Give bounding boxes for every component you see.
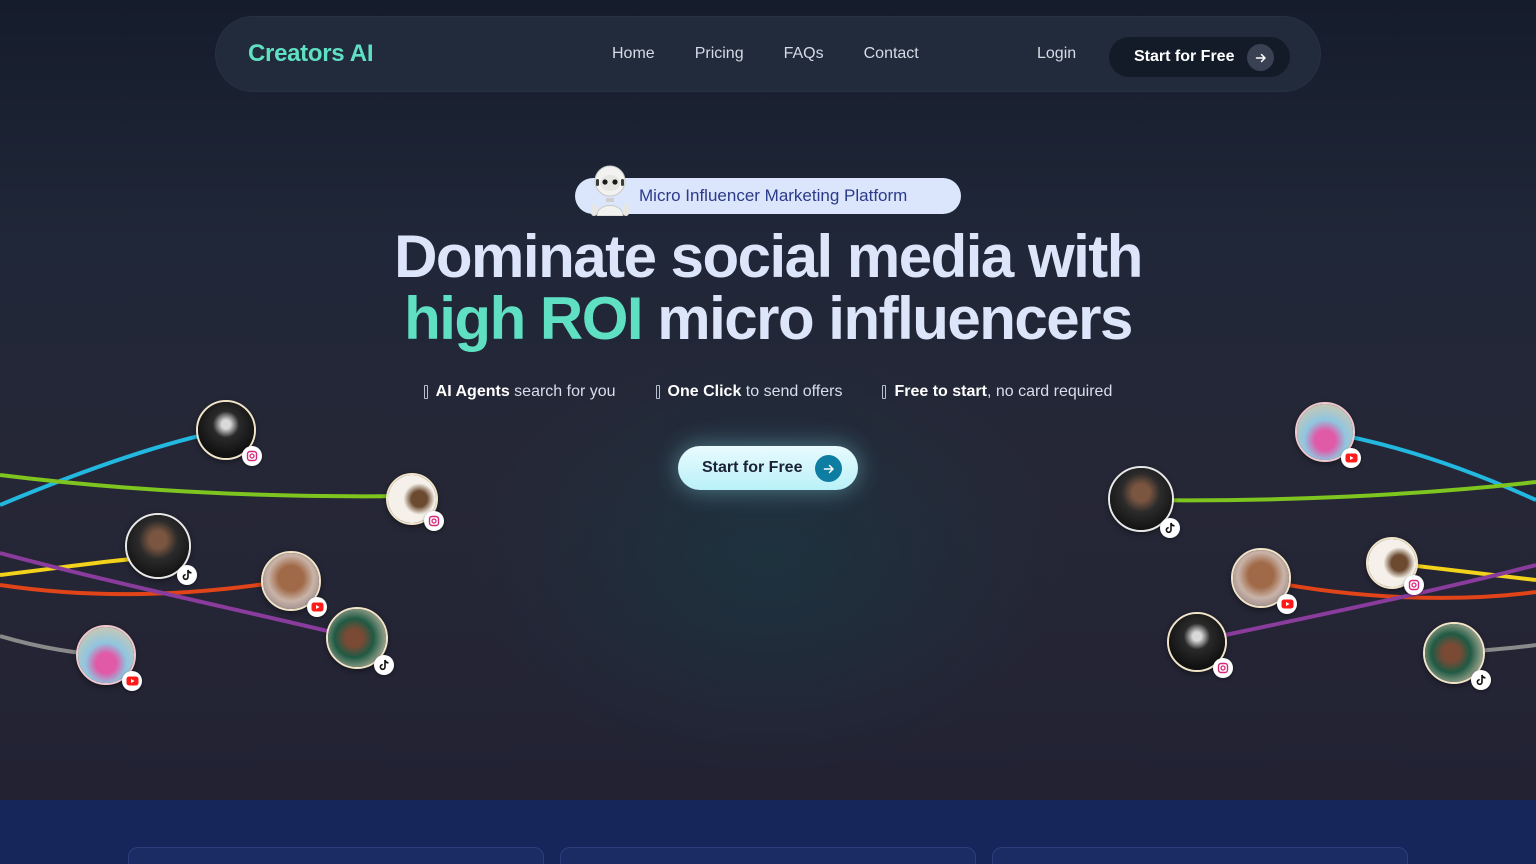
feature-glyph-icon	[655, 385, 660, 399]
influencer-avatar[interactable]	[76, 625, 142, 691]
nav-link-pricing[interactable]: Pricing	[695, 45, 744, 63]
feature-item: Free to start, no card required	[882, 383, 1112, 401]
influencer-avatar[interactable]	[1231, 548, 1297, 614]
feature-item: AI Agents search for you	[423, 383, 616, 401]
feature-card	[992, 847, 1408, 864]
platform-badge: Micro Influencer Marketing Platform	[575, 165, 961, 216]
influencer-avatar[interactable]	[1167, 612, 1233, 678]
youtube-icon	[122, 671, 142, 691]
line-green-right	[1139, 480, 1536, 503]
influencer-avatar[interactable]	[1366, 537, 1424, 595]
hero-cta-label: Start for Free	[702, 459, 803, 476]
nav-link-faqs[interactable]: FAQs	[784, 45, 824, 63]
influencer-avatar[interactable]	[1108, 466, 1180, 538]
tiktok-icon	[1471, 670, 1491, 690]
brand-logo[interactable]: Creators AI	[248, 40, 373, 68]
headline-accent: high ROI	[404, 285, 643, 352]
tiktok-icon	[177, 565, 197, 585]
nav-link-home[interactable]: Home	[612, 45, 655, 63]
badge-text: Micro Influencer Marketing Platform	[639, 186, 908, 205]
feature-item: One Click to send offers	[655, 383, 843, 401]
influencer-avatar[interactable]	[1295, 402, 1361, 468]
feature-text: AI Agents search for you	[436, 383, 616, 401]
instagram-icon	[424, 511, 444, 531]
nav-cta-label: Start for Free	[1134, 48, 1235, 65]
nav-links: Home Pricing FAQs Contact	[612, 45, 919, 63]
arrow-right-icon	[815, 455, 842, 482]
headline-line-1: Dominate social media with	[394, 223, 1143, 290]
arrow-right-icon	[1247, 44, 1274, 71]
instagram-icon	[1213, 658, 1233, 678]
tiktok-icon	[1160, 518, 1180, 538]
feature-rest: to send offers	[741, 383, 843, 400]
tiktok-icon	[374, 655, 394, 675]
login-link[interactable]: Login	[1037, 45, 1076, 63]
nav-start-free-button[interactable]: Start for Free	[1109, 37, 1290, 77]
feature-card	[128, 847, 544, 864]
instagram-icon	[1404, 575, 1424, 595]
feature-rest: search for you	[509, 383, 616, 400]
hero-headline: Dominate social media with high ROI micr…	[0, 226, 1536, 350]
influencer-avatar[interactable]	[125, 513, 197, 585]
youtube-icon	[1277, 594, 1297, 614]
top-navbar: Creators AI Home Pricing FAQs Contact Lo…	[215, 16, 1321, 92]
feature-rest: , no card required	[986, 383, 1113, 400]
influencer-avatar[interactable]	[326, 607, 394, 675]
influencer-avatar[interactable]	[261, 551, 327, 617]
headline-line-2: micro influencers	[642, 285, 1133, 352]
hero-start-free-button[interactable]: Start for Free	[678, 446, 858, 490]
feature-card	[560, 847, 976, 864]
feature-bold: One Click	[667, 383, 742, 400]
robot-icon	[591, 165, 629, 216]
influencer-avatar[interactable]	[1423, 622, 1491, 690]
feature-glyph-icon	[882, 385, 887, 399]
feature-text: One Click to send offers	[668, 383, 843, 401]
feature-list: AI Agents search for you One Click to se…	[0, 383, 1536, 401]
feature-bold: Free to start	[894, 383, 987, 400]
feature-bold: AI Agents	[435, 383, 510, 400]
hero-section: Creators AI Home Pricing FAQs Contact Lo…	[0, 0, 1536, 800]
feature-glyph-icon	[423, 385, 428, 399]
youtube-icon	[307, 597, 327, 617]
influencer-avatar[interactable]	[196, 400, 262, 466]
feature-text: Free to start, no card required	[894, 383, 1112, 401]
youtube-icon	[1341, 448, 1361, 468]
nav-link-contact[interactable]: Contact	[864, 45, 919, 63]
influencer-avatar[interactable]	[386, 473, 444, 531]
instagram-icon	[242, 446, 262, 466]
